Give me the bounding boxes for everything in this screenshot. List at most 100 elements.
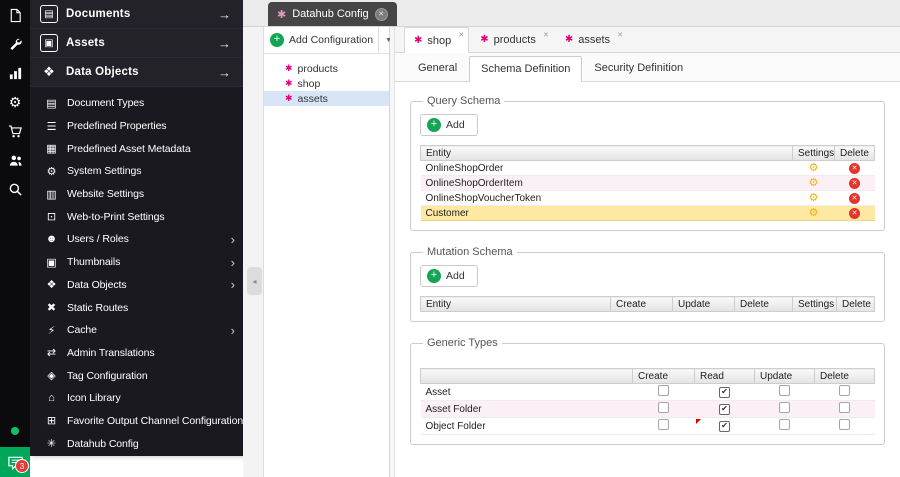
sidebar-item-predefined-properties[interactable]: ☰ Predefined Properties (30, 115, 243, 138)
settings-gear-icon[interactable]: ⚙ (809, 162, 819, 174)
delete-checkbox[interactable] (839, 385, 850, 396)
cart-icon[interactable] (7, 123, 23, 139)
sidebar-item-system-settings[interactable]: ⚙ System Settings (30, 160, 243, 183)
sidebar-item-icon-library[interactable]: ⌂ Icon Library (30, 387, 243, 410)
table-row: Asset Folder ✔ (420, 400, 875, 418)
table-row[interactable]: OnlineShopVoucherToken ⚙ ✕ (420, 190, 875, 206)
subtab-security-definition[interactable]: Security Definition (582, 55, 695, 81)
column-header[interactable]: Delete (814, 368, 875, 384)
settings-gear-icon[interactable]: ⚙ (809, 207, 819, 219)
subtab-schema-definition[interactable]: Schema Definition (469, 56, 583, 82)
menu-section-assets[interactable]: ▣ Assets → (30, 29, 243, 58)
sidebar-item-label: Cache (67, 324, 97, 337)
tab-assets[interactable]: ✱ assets ✕ (555, 27, 628, 52)
delete-checkbox[interactable] (839, 402, 850, 413)
create-checkbox[interactable] (658, 402, 669, 413)
column-header[interactable]: Create (610, 296, 673, 312)
users-roles-icon: ☻ (45, 233, 58, 246)
delete-icon[interactable]: ✕ (849, 178, 860, 189)
sidebar-item-tag-configuration[interactable]: ◈ Tag Configuration (30, 364, 243, 387)
read-cell: ✔ (694, 417, 755, 435)
column-header[interactable]: Delete (734, 296, 793, 312)
close-icon[interactable]: ✕ (617, 31, 623, 39)
column-header[interactable]: Entity (420, 296, 611, 312)
table-row[interactable]: Customer ⚙ ✕ (420, 205, 875, 221)
window-tab-datahub-config[interactable]: ✱ Datahub Config ✕ (268, 2, 397, 26)
sidebar-item-document-types[interactable]: ▤ Document Types (30, 92, 243, 115)
chevron-right-icon: › (230, 277, 235, 293)
sidebar-item-users-roles[interactable]: ☻ Users / Roles › (30, 228, 243, 251)
update-checkbox[interactable] (779, 402, 790, 413)
create-checkbox[interactable] (658, 385, 669, 396)
table-row[interactable]: OnlineShopOrderItem ⚙ ✕ (420, 175, 875, 191)
sidebar-item-label: Predefined Asset Metadata (67, 142, 191, 155)
reports-icon[interactable] (7, 65, 23, 81)
search-icon[interactable] (7, 181, 23, 197)
file-icon[interactable] (7, 7, 23, 23)
column-header[interactable]: Entity (420, 145, 793, 161)
menu-section-data-objects[interactable]: ❖ Data Objects → (30, 58, 243, 87)
settings-gear-icon[interactable]: ⚙ (809, 177, 819, 189)
read-checkbox[interactable]: ✔ (719, 420, 730, 432)
users-icon[interactable] (7, 152, 23, 168)
delete-checkbox[interactable] (839, 419, 850, 430)
update-checkbox[interactable] (779, 385, 790, 396)
tab-shop[interactable]: ✱ shop ✕ (404, 27, 470, 53)
update-checkbox[interactable] (779, 419, 790, 430)
close-icon[interactable]: ✕ (374, 7, 388, 21)
column-header[interactable]: Delete (834, 145, 875, 161)
create-cell (632, 417, 695, 435)
pimcore-admin: ⚙ 3 ▤ Documents → ▣ Assets → ❖ Data Obje… (0, 0, 900, 477)
sidebar-item-web-to-print-settings[interactable]: ⊡ Web-to-Print Settings (30, 205, 243, 228)
subtab-general[interactable]: General (406, 55, 469, 81)
read-checkbox[interactable]: ✔ (719, 403, 730, 415)
column-header[interactable]: Create (632, 368, 695, 384)
column-header[interactable]: Read (694, 368, 755, 384)
sidebar-item-cache[interactable]: ⚡ Cache › (30, 319, 243, 342)
delete-icon[interactable]: ✕ (849, 163, 860, 174)
sidebar-item-predefined-asset-metadata[interactable]: ▦ Predefined Asset Metadata (30, 137, 243, 160)
menu-section-documents[interactable]: ▤ Documents → (30, 0, 243, 29)
column-header[interactable]: Update (754, 368, 815, 384)
mutation-add-button[interactable]: + Add (420, 265, 478, 287)
close-icon[interactable]: ✕ (458, 31, 464, 39)
sidebar-item-static-routes[interactable]: ✖ Static Routes (30, 296, 243, 319)
sidebar-item-data-objects[interactable]: ❖ Data Objects › (30, 274, 243, 297)
menu-section-label: Documents (66, 8, 131, 20)
tab-products[interactable]: ✱ products ✕ (470, 27, 554, 52)
sidebar-item-thumbnails[interactable]: ▣ Thumbnails › (30, 251, 243, 274)
collapse-handle[interactable]: ◂ (247, 267, 262, 295)
column-header[interactable] (420, 368, 633, 384)
query-add-button[interactable]: + Add (420, 114, 478, 136)
create-checkbox[interactable] (658, 419, 669, 430)
delete-icon[interactable]: ✕ (849, 208, 860, 219)
column-header[interactable]: Delete (836, 296, 875, 312)
datahub-config-icon: ✳ (46, 438, 57, 451)
tools-icon[interactable] (7, 36, 23, 52)
read-checkbox[interactable]: ✔ (719, 386, 730, 398)
entity-cell: OnlineShopVoucherToken (420, 190, 793, 206)
sidebar-item-datahub-config[interactable]: ✳ Datahub Config (30, 432, 243, 455)
chat-button[interactable]: 3 (0, 447, 30, 477)
tree-item-shop[interactable]: ✱ shop (264, 76, 389, 91)
config-item-icon: ✱ (285, 78, 293, 88)
column-header[interactable]: Settings (792, 145, 835, 161)
add-configuration-button[interactable]: + Add Configuration ▼ (264, 27, 392, 54)
tree-item-products[interactable]: ✱ products (264, 61, 389, 76)
config-item-icon: ✱ (480, 34, 489, 45)
add-label: Add (446, 270, 465, 282)
delete-icon[interactable]: ✕ (849, 193, 860, 204)
sidebar-item-admin-translations[interactable]: ⇄ Admin Translations (30, 342, 243, 365)
table-row[interactable]: OnlineShopOrder ⚙ ✕ (420, 160, 875, 176)
web-to-print-icon: ⊡ (46, 211, 57, 224)
mutation-schema-fieldset: Mutation Schema + Add Entity Create Update… (410, 246, 885, 322)
settings-icon[interactable]: ⚙ (7, 94, 23, 110)
column-header[interactable]: Update (672, 296, 735, 312)
column-header[interactable]: Settings (792, 296, 837, 312)
tree-item-assets[interactable]: ✱ assets (264, 91, 389, 106)
sidebar-item-favorite-output-channel-configurations[interactable]: ⊞ Favorite Output Channel Configurations (30, 410, 243, 433)
tree-item-label: products (297, 62, 338, 75)
close-icon[interactable]: ✕ (543, 31, 549, 39)
settings-gear-icon[interactable]: ⚙ (809, 192, 819, 204)
sidebar-item-website-settings[interactable]: ▥ Website Settings (30, 183, 243, 206)
